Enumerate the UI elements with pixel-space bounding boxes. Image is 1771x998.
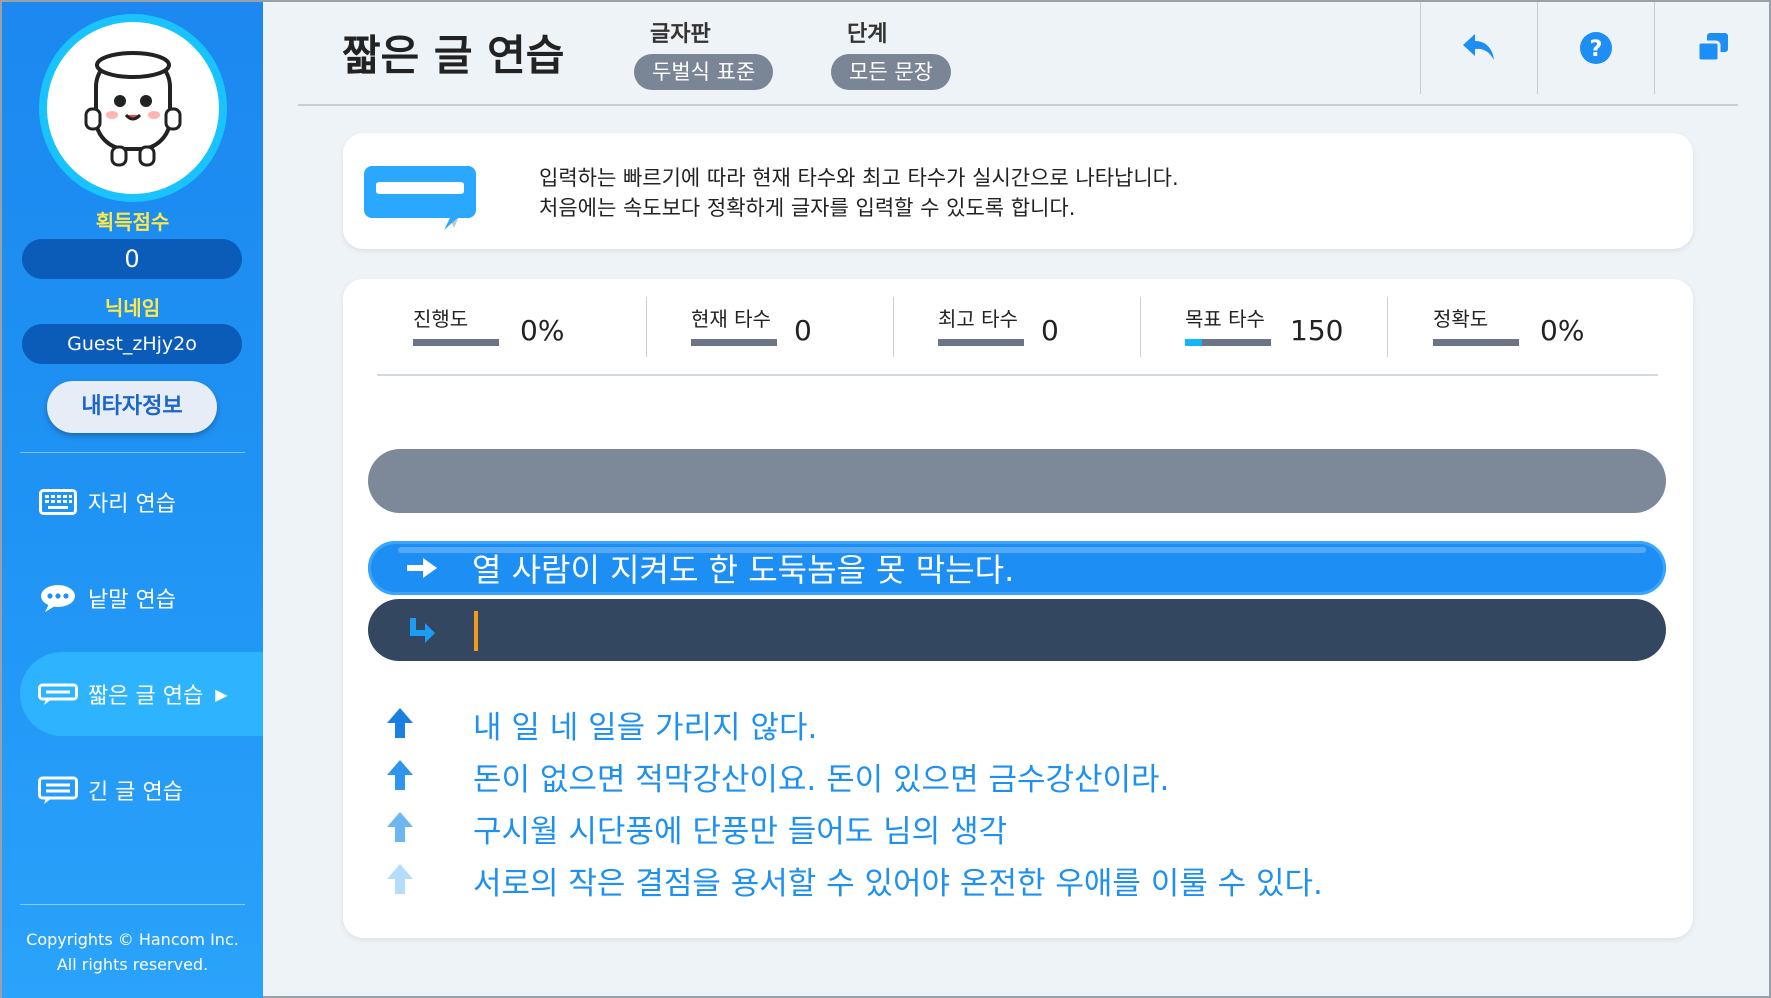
- next-sentence: 구시월 시단풍에 단풍만 들어도 님의 생각: [343, 806, 1693, 852]
- keyboard-layout-select[interactable]: 두벌식 표준: [634, 54, 774, 90]
- goal-speed-bar: [1185, 339, 1271, 346]
- progress-value: 0%: [520, 314, 565, 347]
- keyboard-layout-group: 글자판 두벌식 표준: [634, 16, 774, 90]
- marshmallow-mascot-icon: [84, 51, 182, 167]
- help-button[interactable]: ?: [1537, 2, 1654, 94]
- current-speed-value: 0: [794, 314, 812, 347]
- help-icon: ?: [1580, 32, 1612, 64]
- target-sentence-bar: 열 사람이 지켜도 한 도둑놈을 못 막는다.: [368, 541, 1666, 595]
- progress-label: 진행도: [413, 307, 469, 331]
- current-speed-label: 현재 타수: [691, 307, 771, 331]
- copyright: Copyrights © Hancom Inc. All rights rese…: [2, 927, 263, 977]
- keyboard-layout-caption: 글자판: [650, 22, 711, 47]
- nickname-label: 닉네임: [104, 296, 161, 320]
- previous-line-bar: [368, 449, 1666, 513]
- info-text: 입력하는 빠르기에 따라 현재 타수와 최고 타수가 실시간으로 나타납니다. …: [539, 163, 1179, 223]
- up-arrow-icon: [387, 864, 413, 894]
- goal-speed-bar-fill: [1185, 339, 1203, 346]
- info-line: 입력하는 빠르기에 따라 현재 타수와 최고 타수가 실시간으로 나타납니다.: [539, 166, 1179, 190]
- next-sentence-text: 서로의 작은 결점을 용서할 수 있어야 온전한 우애를 이룰 수 있다.: [473, 866, 1323, 902]
- accuracy-underline: [1433, 339, 1519, 346]
- short-text-icon: [38, 679, 78, 709]
- keyboard-icon: [38, 487, 78, 517]
- score-label: 획득점수: [95, 210, 170, 234]
- sidebar-item-position-practice[interactable]: 자리 연습: [20, 460, 263, 544]
- stage-select[interactable]: 모든 문장: [831, 54, 951, 90]
- target-sentence-text: 열 사람이 지켜도 한 도둑놈을 못 막는다.: [472, 551, 1015, 589]
- next-sentence: 돈이 없으면 적막강산이요. 돈이 있으면 금수강산이라.: [343, 754, 1693, 800]
- back-button[interactable]: [1420, 2, 1537, 94]
- sidebar-item-word-practice[interactable]: 낱말 연습: [20, 556, 263, 640]
- goal-speed-value: 150: [1290, 314, 1344, 347]
- stat-separator: [646, 297, 647, 357]
- practice-card: 진행도 0% 현재 타수 0 최고 타수 0 목표 타수 150 정확도 0%: [343, 279, 1693, 938]
- next-sentence-text: 돈이 없으면 적막강산이요. 돈이 있으면 금수강산이라.: [473, 762, 1170, 798]
- text-caret: [474, 611, 478, 651]
- copyright-line: All rights reserved.: [56, 955, 209, 974]
- svg-text:?: ?: [1590, 37, 1603, 62]
- return-arrow-icon: [402, 617, 442, 643]
- copyright-line: Copyrights © Hancom Inc.: [26, 930, 239, 949]
- nickname-value: Guest_zHjy2o: [22, 324, 242, 364]
- best-speed-label: 최고 타수: [938, 307, 1018, 331]
- up-arrow-icon: [387, 708, 413, 738]
- best-speed-value: 0: [1041, 314, 1059, 347]
- info-banner-icon: [364, 166, 476, 230]
- long-text-icon: [38, 775, 78, 805]
- avatar: [39, 14, 227, 202]
- goal-speed-label: 목표 타수: [1185, 307, 1265, 331]
- sidebar-item-label: 낱말 연습: [88, 588, 176, 613]
- stat-separator: [1387, 297, 1388, 357]
- sidebar-item-long-text-practice[interactable]: 긴 글 연습: [20, 748, 263, 832]
- window-button[interactable]: [1654, 2, 1771, 94]
- goal-speed-stat: 목표 타수 150: [1185, 303, 1405, 359]
- my-typing-info-button[interactable]: 내타자정보: [47, 381, 217, 433]
- stat-separator: [1140, 297, 1141, 357]
- typing-input-bar[interactable]: [368, 599, 1666, 661]
- progress-stat: 진행도 0%: [413, 303, 633, 359]
- stats-divider: [377, 374, 1658, 376]
- score-value: 0: [22, 239, 242, 279]
- back-icon: [1463, 34, 1494, 60]
- stat-separator: [893, 297, 894, 357]
- sidebar-item-label: 긴 글 연습: [88, 780, 183, 805]
- best-speed-underline: [938, 339, 1024, 346]
- next-sentence: 내 일 네 일을 가리지 않다.: [343, 702, 1693, 748]
- stage-caption: 단계: [847, 22, 888, 47]
- sidebar-divider: [20, 452, 245, 453]
- header-divider: [298, 104, 1738, 106]
- sidebar-item-short-text-practice[interactable]: 짧은 글 연습 ▶: [20, 652, 263, 736]
- current-speed-stat: 현재 타수 0: [691, 303, 911, 359]
- accuracy-value: 0%: [1540, 314, 1585, 347]
- info-card: 입력하는 빠르기에 따라 현재 타수와 최고 타수가 실시간으로 나타납니다. …: [343, 133, 1693, 249]
- speech-bubble-dots-icon: [38, 583, 78, 613]
- up-arrow-icon: [387, 760, 413, 790]
- sidebar: 획득점수 0 닉네임 Guest_zHjy2o 내타자정보 자리 연습 낱말 연…: [2, 2, 263, 998]
- next-sentence-text: 내 일 네 일을 가리지 않다.: [473, 710, 818, 746]
- next-sentence-text: 구시월 시단풍에 단풍만 들어도 님의 생각: [473, 814, 1008, 850]
- active-arrow-icon: ▶: [215, 684, 228, 704]
- window-restore-icon: [1696, 33, 1728, 63]
- accuracy-stat: 정확도 0%: [1433, 303, 1653, 359]
- sidebar-item-label: 짧은 글 연습: [88, 684, 204, 709]
- page-title: 짧은 글 연습: [342, 31, 565, 80]
- up-arrow-icon: [387, 812, 413, 842]
- accuracy-label: 정확도: [1433, 307, 1489, 331]
- sidebar-item-label: 자리 연습: [88, 492, 176, 517]
- stage-group: 단계 모든 문장: [831, 16, 951, 90]
- arrow-right-icon: [402, 556, 442, 580]
- sidebar-divider: [20, 904, 245, 905]
- next-sentence: 서로의 작은 결점을 용서할 수 있어야 온전한 우애를 이룰 수 있다.: [343, 858, 1693, 904]
- best-speed-stat: 최고 타수 0: [938, 303, 1158, 359]
- progress-underline: [413, 339, 499, 346]
- current-speed-underline: [691, 339, 777, 346]
- info-line: 처음에는 속도보다 정확하게 글자를 입력할 수 있도록 합니다.: [539, 196, 1076, 220]
